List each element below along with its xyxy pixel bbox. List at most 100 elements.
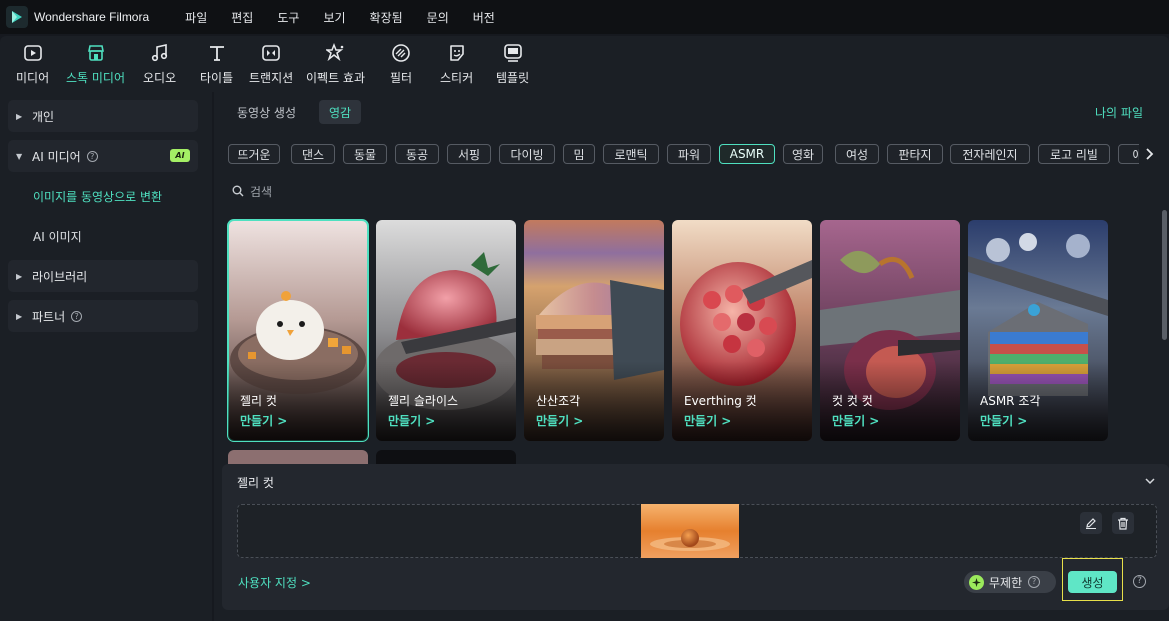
chip-romantic[interactable]: 로맨틱 <box>603 144 659 164</box>
generate-button[interactable]: 생성 <box>1068 571 1117 593</box>
chip-meme[interactable]: 밈 <box>563 144 595 164</box>
vertical-scrollbar[interactable] <box>1162 210 1167 340</box>
template-card-peek[interactable] <box>376 450 516 464</box>
template-card-everything-cut[interactable]: Everthing 컷 만들기 > <box>672 220 812 441</box>
search-icon <box>232 185 244 200</box>
sidebar-item-library[interactable]: ▶ 라이브러리 <box>8 260 198 292</box>
sidebar-item-ai-media[interactable]: ▼ AI 미디어 ? AI <box>8 140 198 172</box>
image-dropzone[interactable] <box>237 504 1157 558</box>
filter-icon <box>390 42 412 64</box>
card-make-link[interactable]: 만들기 > <box>684 412 731 429</box>
toolbar-title[interactable]: 타이틀 <box>200 42 233 86</box>
chevron-down-icon[interactable] <box>1143 474 1157 488</box>
card-make-link[interactable]: 만들기 > <box>536 412 583 429</box>
toolbar-stock-media[interactable]: 스톡 미디어 <box>66 42 125 86</box>
chip-power[interactable]: 파워 <box>667 144 711 164</box>
menu-edit[interactable]: 편집 <box>231 9 253 26</box>
card-make-link[interactable]: 만들기 > <box>832 412 879 429</box>
audio-icon <box>149 42 171 64</box>
toolbar-media[interactable]: 미디어 <box>16 42 49 86</box>
sidebar-item-ai-image[interactable]: AI 이미지 <box>33 228 82 245</box>
media-icon <box>22 42 44 64</box>
toolbar-template[interactable]: 템플릿 <box>496 42 529 86</box>
template-card-asmr-piece[interactable]: ASMR 조각 만들기 > <box>968 220 1108 441</box>
menu-bar: 파일 편집 도구 보기 확장됨 문의 버전 <box>185 9 519 26</box>
toolbar-label: 필터 <box>390 71 413 85</box>
chip-surfing[interactable]: 서핑 <box>447 144 491 164</box>
chip-women[interactable]: 여성 <box>835 144 879 164</box>
caret-right-icon: ▶ <box>16 111 23 121</box>
caret-right-icon: ▶ <box>16 271 23 281</box>
chip-microwave[interactable]: 전자레인지 <box>950 144 1030 164</box>
custom-settings-link[interactable]: 사용자 지정 > <box>238 574 311 591</box>
help-icon[interactable]: ? <box>1133 575 1146 588</box>
chevron-right-icon[interactable] <box>1139 144 1159 164</box>
card-make-link[interactable]: 만들기 > <box>240 412 287 429</box>
chip-movie[interactable]: 영화 <box>783 144 823 164</box>
search-input[interactable] <box>250 183 510 201</box>
help-icon[interactable]: ? <box>1028 576 1041 588</box>
menu-view[interactable]: 보기 <box>323 9 345 26</box>
menu-extensions[interactable]: 확장됨 <box>370 9 403 26</box>
chip-fantasy[interactable]: 판타지 <box>887 144 943 164</box>
generation-panel: 젤리 컷 사용자 지정 > 무제한 ? 생성 ? <box>222 464 1169 610</box>
card-title: 산산조각 <box>536 394 581 408</box>
template-card-jelly-cut[interactable]: 젤리 컷 만들기 > <box>227 219 369 442</box>
stock-media-icon <box>85 42 107 64</box>
sidebar-item-partner[interactable]: ▶ 파트너 ? <box>8 300 198 332</box>
title-bar: Wondershare Filmora 파일 편집 도구 보기 확장됨 문의 버… <box>0 0 1169 34</box>
help-icon[interactable]: ? <box>71 310 83 322</box>
credit-icon <box>969 574 984 590</box>
chip-pupil[interactable]: 동공 <box>395 144 439 164</box>
sticker-icon <box>446 42 468 64</box>
menu-file[interactable]: 파일 <box>185 9 207 26</box>
edit-icon[interactable] <box>1080 512 1102 534</box>
toolbar-transition[interactable]: 트랜지션 <box>249 42 293 86</box>
filmora-logo-icon <box>6 6 28 28</box>
generation-template-title: 젤리 컷 <box>237 476 274 490</box>
search-bar <box>232 182 532 202</box>
toolbar-label: 이펙트 효과 <box>306 71 366 85</box>
sidebar-item-label: AI 미디어 <box>32 149 81 164</box>
toolbar-label: 스티커 <box>440 71 474 85</box>
template-card-shatter[interactable]: 산산조각 만들기 > <box>524 220 664 441</box>
menu-tools[interactable]: 도구 <box>277 9 299 26</box>
chip-diving[interactable]: 다이빙 <box>499 144 555 164</box>
toolbar-effects[interactable]: 이펙트 효과 <box>306 42 365 86</box>
menu-version[interactable]: 버전 <box>473 9 495 26</box>
help-icon[interactable]: ? <box>86 150 98 162</box>
template-card-peek[interactable] <box>228 450 368 464</box>
card-make-link[interactable]: 만들기 > <box>980 412 1027 429</box>
toolbar-filter[interactable]: 필터 <box>390 42 412 86</box>
tab-inspiration[interactable]: 영감 <box>319 100 362 124</box>
chip-dance[interactable]: 댄스 <box>291 144 335 164</box>
chip-asmr[interactable]: ASMR <box>719 144 775 164</box>
sidebar-item-personal[interactable]: ▶ 개인 <box>8 100 198 132</box>
card-make-link[interactable]: 만들기 > <box>388 412 435 429</box>
card-title: 젤리 컷 <box>240 394 277 408</box>
chip-hot[interactable]: 뜨거운 <box>228 144 280 164</box>
toolbar: 미디어 스톡 미디어 오디오 타이틀 트랜지션 이펙트 효과 필터 스티커 템플… <box>0 36 1169 92</box>
menu-help[interactable]: 문의 <box>427 9 449 26</box>
toolbar-label: 트랜지션 <box>249 71 294 85</box>
template-card-cut-cut-cut[interactable]: 컷 컷 컷 만들기 > <box>820 220 960 441</box>
template-card-jelly-slice[interactable]: 젤리 슬라이스 만들기 > <box>376 220 516 441</box>
my-files-link[interactable]: 나의 파일 <box>1095 104 1143 121</box>
toolbar-label: 템플릿 <box>496 71 530 85</box>
effects-icon <box>325 42 347 64</box>
toolbar-label: 미디어 <box>16 71 50 85</box>
sidebar-item-image-to-video[interactable]: 이미지를 동영상으로 변환 <box>33 188 162 205</box>
title-icon <box>206 42 228 64</box>
tab-video-generation[interactable]: 동영상 생성 <box>227 100 306 124</box>
toolbar-audio[interactable]: 오디오 <box>143 42 176 86</box>
transition-icon <box>260 42 282 64</box>
toolbar-sticker[interactable]: 스티커 <box>440 42 473 86</box>
trash-icon[interactable] <box>1112 512 1134 534</box>
toolbar-label: 타이틀 <box>200 71 234 85</box>
unlimited-credits-pill[interactable]: 무제한 ? <box>964 571 1056 593</box>
chip-animal[interactable]: 동물 <box>343 144 387 164</box>
card-title: 젤리 슬라이스 <box>388 394 459 408</box>
app-title: Wondershare Filmora <box>34 10 150 24</box>
chip-logo-reveal[interactable]: 로고 리빌 <box>1038 144 1110 164</box>
category-chips: 뜨거운 댄스 동물 동공 서핑 다이빙 밈 로맨틱 파워 ASMR 영화 여성 … <box>228 144 1150 166</box>
